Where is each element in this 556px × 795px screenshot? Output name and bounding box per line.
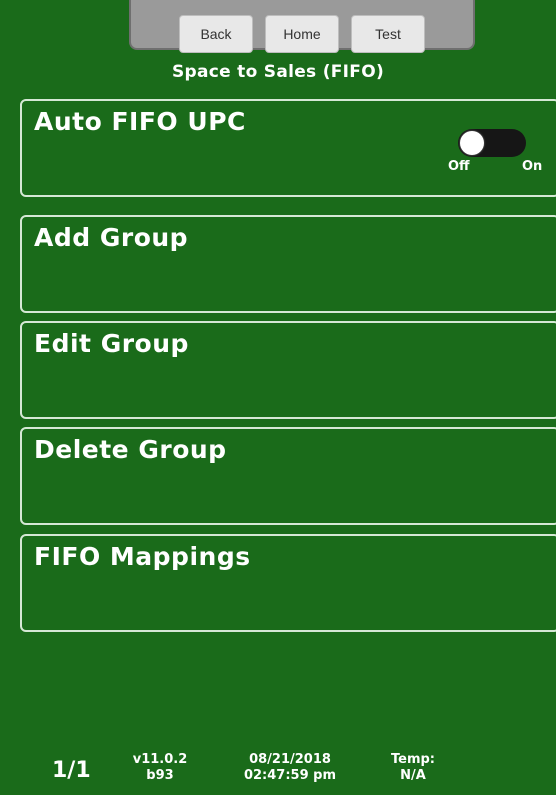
auto-fifo-toggle-group: Off On xyxy=(440,129,544,177)
top-button-bar: Back Home Test xyxy=(129,0,475,53)
temp-label: Temp: xyxy=(390,752,435,767)
menu-item-label: FIFO Mappings xyxy=(34,542,251,571)
time-text: 02:47:59 pm xyxy=(243,768,337,783)
menu-item-label: Auto FIFO UPC xyxy=(34,107,246,136)
home-button[interactable]: Home xyxy=(265,15,339,53)
datetime-info: 08/21/2018 02:47:59 pm xyxy=(222,752,358,784)
toggle-off-label: Off xyxy=(448,159,470,174)
version-info: v11.0.2 b93 xyxy=(127,752,193,784)
page-title: Space to Sales (FIFO) xyxy=(171,62,385,82)
date-text: 08/21/2018 xyxy=(249,752,331,767)
menu-item-add-group[interactable]: Add Group xyxy=(20,215,556,313)
menu-item-label: Delete Group xyxy=(34,435,227,464)
temperature-info: Temp: N/A xyxy=(383,752,443,784)
build-text: b93 xyxy=(146,768,174,783)
menu-item-edit-group[interactable]: Edit Group xyxy=(20,321,556,419)
menu-item-fifo-mappings[interactable]: FIFO Mappings xyxy=(20,534,556,632)
version-text: v11.0.2 xyxy=(132,752,188,767)
menu-item-delete-group[interactable]: Delete Group xyxy=(20,427,556,525)
page-indicator: 1/1 xyxy=(52,758,91,783)
toggle-on-label: On xyxy=(522,159,543,174)
toggle-knob[interactable] xyxy=(460,131,484,155)
menu-item-label: Edit Group xyxy=(34,329,189,358)
menu-item-label: Add Group xyxy=(34,223,189,252)
status-footer: 1/1 v11.0.2 b93 08/21/2018 02:47:59 pm T… xyxy=(0,752,556,792)
menu-item-auto-fifo-upc[interactable]: Auto FIFO UPC Off On xyxy=(20,99,556,197)
screen: Back Home Test Space to Sales (FIFO) Aut… xyxy=(0,0,556,795)
test-button[interactable]: Test xyxy=(351,15,425,53)
temp-value: N/A xyxy=(400,768,426,783)
back-button[interactable]: Back xyxy=(179,15,253,53)
auto-fifo-toggle[interactable] xyxy=(458,129,526,157)
